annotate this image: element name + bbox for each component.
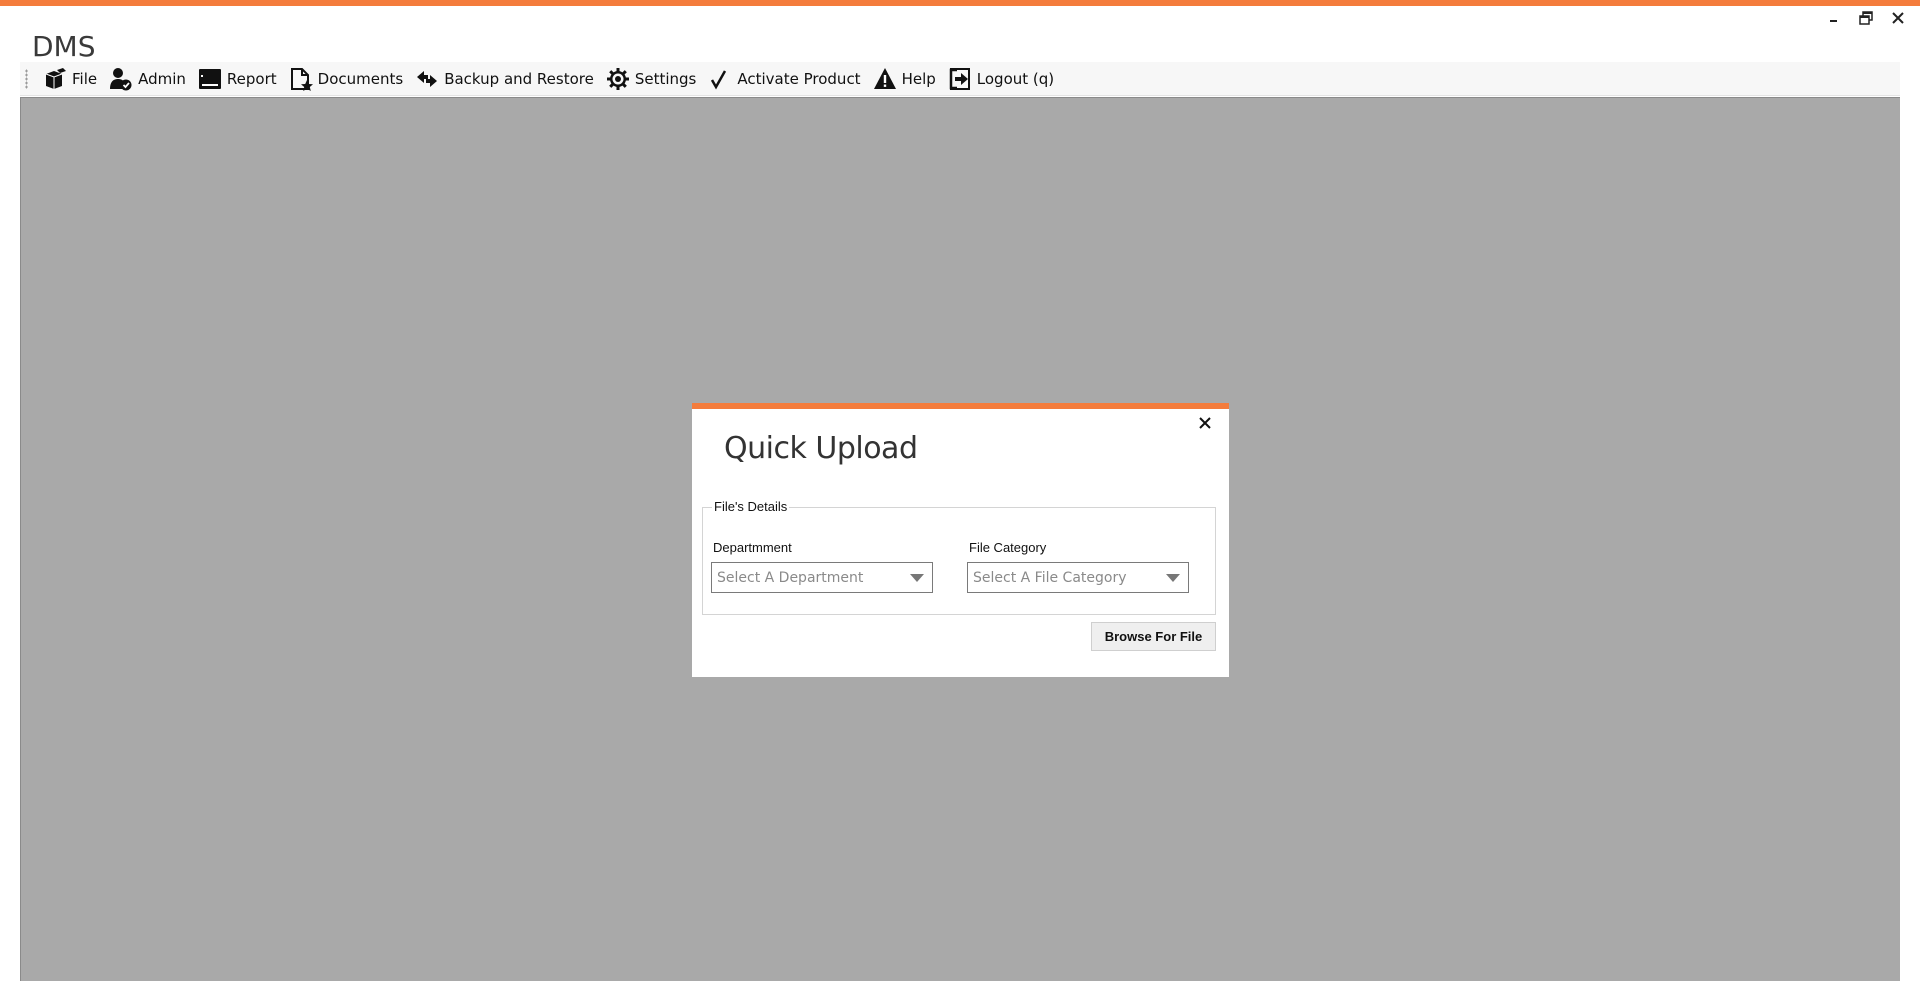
- app-title: DMS: [32, 30, 96, 63]
- menu-item-report[interactable]: Report: [194, 62, 285, 95]
- close-icon[interactable]: [1890, 10, 1906, 26]
- menu-item-logout[interactable]: Logout (q): [944, 62, 1062, 95]
- dialog-accent-bar: [692, 403, 1229, 409]
- menu-item-label: Help: [901, 69, 936, 88]
- file-details-group: File's Details Departmment Select A Depa…: [702, 499, 1216, 615]
- department-select-value: Select A Department: [717, 569, 864, 586]
- warning-triangle-icon: [873, 67, 902, 91]
- menu-item-label: Report: [226, 69, 277, 88]
- group-label: File's Details: [712, 499, 790, 514]
- checkmark-icon: [708, 67, 737, 91]
- backup-restore-icon: [415, 67, 444, 91]
- menu-item-file[interactable]: File: [39, 62, 105, 95]
- chevron-down-icon: [902, 563, 932, 592]
- menu-item-backup-and-restore[interactable]: Backup and Restore: [411, 62, 602, 95]
- file-boxes-icon: [43, 67, 72, 91]
- window-controls: [1826, 10, 1906, 26]
- menu-item-label: Activate Product: [737, 69, 861, 88]
- department-label: Departmment: [713, 540, 792, 555]
- dms-app-window: DMS File Admin Report Documents Backup a…: [0, 0, 1920, 981]
- quick-upload-dialog: Quick Upload File's Details Departmment …: [692, 403, 1229, 677]
- menu-item-label: File: [72, 69, 98, 88]
- department-select[interactable]: Select A Department: [711, 562, 933, 593]
- browse-for-file-button[interactable]: Browse For File: [1091, 622, 1216, 651]
- file-category-select[interactable]: Select A File Category: [967, 562, 1189, 593]
- menu-item-label: Admin: [138, 69, 186, 88]
- menu-grip-handle[interactable]: [25, 68, 31, 89]
- close-icon[interactable]: [1195, 413, 1215, 433]
- minimize-icon[interactable]: [1826, 10, 1842, 26]
- title-accent-bar: [0, 0, 1920, 6]
- menu-item-documents[interactable]: Documents: [285, 62, 412, 95]
- file-category-label: File Category: [969, 540, 1047, 555]
- restore-icon[interactable]: [1858, 10, 1874, 26]
- menu-item-help[interactable]: Help: [869, 62, 944, 95]
- documents-icon: [289, 67, 318, 91]
- admin-user-icon: [109, 67, 138, 91]
- logout-icon: [948, 67, 977, 91]
- file-category-select-value: Select A File Category: [973, 569, 1127, 586]
- menu-item-label: Documents: [317, 69, 404, 88]
- menu-item-activate-product[interactable]: Activate Product: [704, 62, 868, 95]
- menu-item-label: Logout (q): [976, 69, 1055, 88]
- menu-item-label: Settings: [634, 69, 697, 88]
- main-menu-bar: File Admin Report Documents Backup and R…: [20, 62, 1900, 96]
- menu-item-admin[interactable]: Admin: [105, 62, 194, 95]
- menu-item-label: Backup and Restore: [444, 69, 594, 88]
- menu-item-settings[interactable]: Settings: [602, 62, 705, 95]
- dialog-title: Quick Upload: [724, 431, 918, 466]
- gear-icon: [606, 67, 635, 91]
- chevron-down-icon: [1158, 563, 1188, 592]
- report-icon: [198, 67, 227, 91]
